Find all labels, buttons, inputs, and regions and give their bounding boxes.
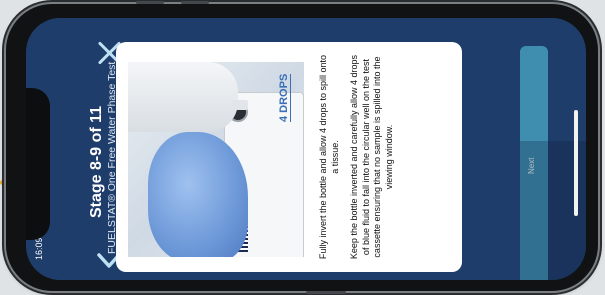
gloved-hand (148, 132, 248, 257)
instruction-text-area: Fully invert the bottle and allow 4 drop… (312, 48, 460, 268)
status-time: 16:09 (34, 237, 44, 260)
image-label: 4 DROPS (278, 73, 291, 122)
instruction-step-1: Fully invert the bottle and allow 4 drop… (318, 54, 340, 260)
volume-button (181, 1, 209, 4)
instruction-card: 4 DROPS Fully invert the bottle and allo… (116, 42, 462, 272)
instruction-text: Fully invert the bottle and allow 4 drop… (318, 54, 403, 260)
phone-notch (26, 88, 50, 240)
app-screen: Stage 8-9 of 11 FUELSTAT® One Free Water… (26, 18, 586, 280)
instruction-step-2: Keep the bottle inverted and carefully a… (349, 54, 394, 260)
home-indicator[interactable] (574, 110, 578, 216)
volume-button (136, 1, 164, 4)
page-title: Stage 8-9 of 11 (88, 105, 105, 218)
bottle-nozzle (232, 100, 248, 110)
power-button (306, 291, 346, 294)
edge-marker (0, 180, 5, 185)
dropper-bottle (128, 62, 238, 132)
header-sidebar: Stage 8-9 of 11 FUELSTAT® One Free Water… (54, 18, 121, 280)
instruction-image: 4 DROPS (128, 62, 304, 257)
phone-frame: Stage 8-9 of 11 FUELSTAT® One Free Water… (6, 1, 598, 294)
